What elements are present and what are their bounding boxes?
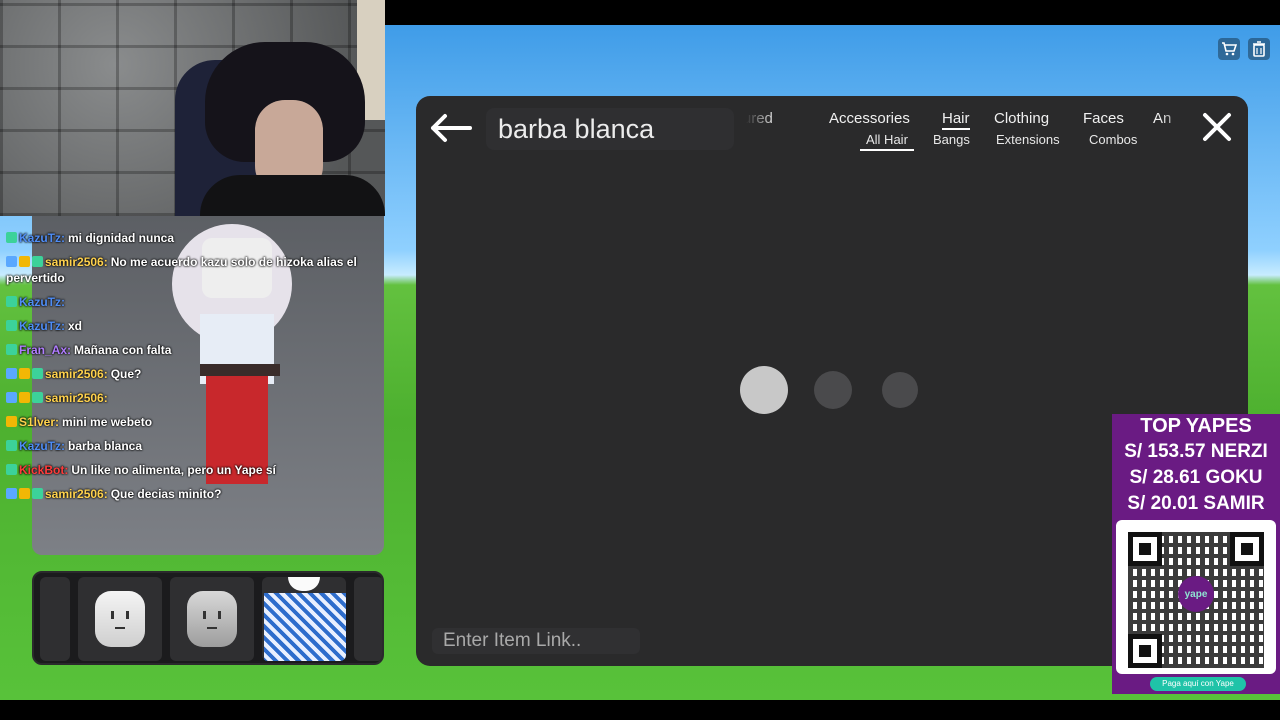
chat-text: barba blanca: [68, 439, 143, 453]
chat-message: Fran_Ax: Mañana con falta: [0, 338, 385, 362]
yape-qr-code: yape: [1116, 520, 1276, 674]
chat-message: samir2506: Que?: [0, 362, 385, 386]
green-badge-icon: [6, 232, 17, 243]
qr-finder: [1128, 532, 1162, 566]
subtab-all-hair[interactable]: All Hair: [860, 132, 914, 151]
loading-dot: [882, 372, 918, 408]
green-badge-icon: [6, 296, 17, 307]
item-slot-face-alt[interactable]: [170, 577, 254, 661]
yapes-title: TOP YAPES: [1140, 415, 1252, 437]
gold-badge-icon: [19, 368, 30, 379]
webcam-feed: [0, 0, 385, 216]
blue-badge-icon: [6, 368, 17, 379]
close-button[interactable]: [1199, 110, 1235, 144]
streamer-shirt: [200, 175, 385, 216]
gold-badge-icon: [19, 392, 30, 403]
chat-message: KazuTz: mi dignidad nunca: [0, 226, 385, 250]
chat-text: Un like no alimenta, pero un Yape sí: [71, 463, 276, 477]
green-badge-icon: [6, 464, 17, 475]
green-badge-icon: [32, 488, 43, 499]
chat-username: samir2506:: [45, 391, 108, 405]
shirt-collar: [288, 577, 320, 591]
chat-username: KazuTz:: [19, 231, 65, 245]
yape-row: S/ 20.01 SAMIR: [1127, 493, 1265, 514]
gold-badge-icon: [19, 488, 30, 499]
chat-text: Mañana con falta: [74, 343, 172, 357]
shirt-icon: [264, 593, 346, 661]
green-badge-icon: [6, 440, 17, 451]
back-button[interactable]: [428, 110, 472, 146]
tab-fade-right: [1160, 106, 1190, 132]
green-badge-icon: [32, 392, 43, 403]
chat-username: KickBot:: [19, 463, 69, 477]
chat-message: KazuTz: barba blanca: [0, 434, 385, 458]
yape-logo: yape: [1178, 576, 1214, 612]
chat-text: mi dignidad nunca: [68, 231, 175, 245]
top-yapes-panel: TOP YAPES S/ 153.57 NERZI S/ 28.61 GOKU …: [1112, 414, 1280, 694]
gold-badge-icon: [19, 256, 30, 267]
loading-dot: [814, 371, 852, 409]
search-input[interactable]: barba blanca: [486, 108, 734, 150]
loading-dot: [740, 366, 788, 414]
trash-icon[interactable]: [1248, 38, 1270, 60]
chat-message: KickBot: Un like no alimenta, pero un Yap…: [0, 458, 385, 482]
chat-username: S1lver:: [19, 415, 60, 429]
chat-message: S1lver: mini me webeto: [0, 410, 385, 434]
yape-row: S/ 153.57 NERZI: [1124, 441, 1268, 462]
head-icon: [187, 591, 237, 647]
blue-badge-icon: [6, 392, 17, 403]
subtab-extensions[interactable]: Extensions: [996, 132, 1060, 147]
blue-badge-icon: [6, 488, 17, 499]
chat-text: Que?: [110, 367, 142, 381]
chat-message: KazuTz:: [0, 290, 385, 314]
chat-message: samir2506: No me acuerdo kazu solo de hiz…: [0, 250, 385, 290]
tab-accessories[interactable]: Accessories: [829, 110, 910, 127]
equipped-items-strip[interactable]: [32, 571, 384, 665]
qr-finder: [1128, 634, 1162, 668]
green-badge-icon: [6, 320, 17, 331]
chat-username: samir2506:: [45, 367, 108, 381]
item-slot-face[interactable]: [78, 577, 162, 661]
stream-chat: KazuTz: mi dignidad nunca samir2506: No me …: [0, 226, 385, 506]
close-icon: [1203, 113, 1231, 141]
tab-fade-left: [746, 106, 776, 132]
gold-badge-icon: [6, 416, 17, 427]
chat-text: xd: [68, 319, 83, 333]
chat-username: KazuTz:: [19, 295, 65, 309]
category-tabs: eaturedAccessoriesHairClothingFacesAn Al…: [746, 106, 1190, 154]
chat-username: Fran_Ax:: [19, 343, 72, 357]
item-link-input[interactable]: Enter Item Link..: [432, 628, 640, 654]
top-right-toolbar: [1218, 38, 1270, 60]
chat-username: KazuTz:: [19, 319, 65, 333]
chat-username: samir2506:: [45, 255, 108, 269]
chat-message: samir2506: Que decias minito?: [0, 482, 385, 506]
tab-clothing[interactable]: Clothing: [994, 110, 1049, 127]
blue-badge-icon: [6, 256, 17, 267]
subtab-combos[interactable]: Combos: [1089, 132, 1137, 147]
item-slot[interactable]: [354, 577, 382, 661]
green-badge-icon: [32, 368, 43, 379]
tab-hair[interactable]: Hair: [942, 110, 970, 130]
tab-faces[interactable]: Faces: [1083, 110, 1124, 127]
yape-caption: Paga aquí con Yape: [1150, 677, 1246, 691]
chat-message: samir2506:: [0, 386, 385, 410]
item-slot-shirt[interactable]: [262, 577, 346, 661]
item-slot[interactable]: [40, 577, 70, 661]
cart-icon[interactable]: [1218, 38, 1240, 60]
green-badge-icon: [32, 256, 43, 267]
chat-username: samir2506:: [45, 487, 108, 501]
head-icon: [95, 591, 145, 647]
chat-message: KazuTz: xd: [0, 314, 385, 338]
chat-text: Que decias minito?: [110, 487, 222, 501]
subtab-bangs[interactable]: Bangs: [933, 132, 970, 147]
chat-text: mini me webeto: [62, 415, 153, 429]
loading-indicator: [740, 366, 920, 414]
chat-username: KazuTz:: [19, 439, 65, 453]
green-badge-icon: [6, 344, 17, 355]
arrow-left-icon: [431, 114, 472, 142]
qr-finder: [1230, 532, 1264, 566]
yape-row: S/ 28.61 GOKU: [1129, 467, 1263, 488]
